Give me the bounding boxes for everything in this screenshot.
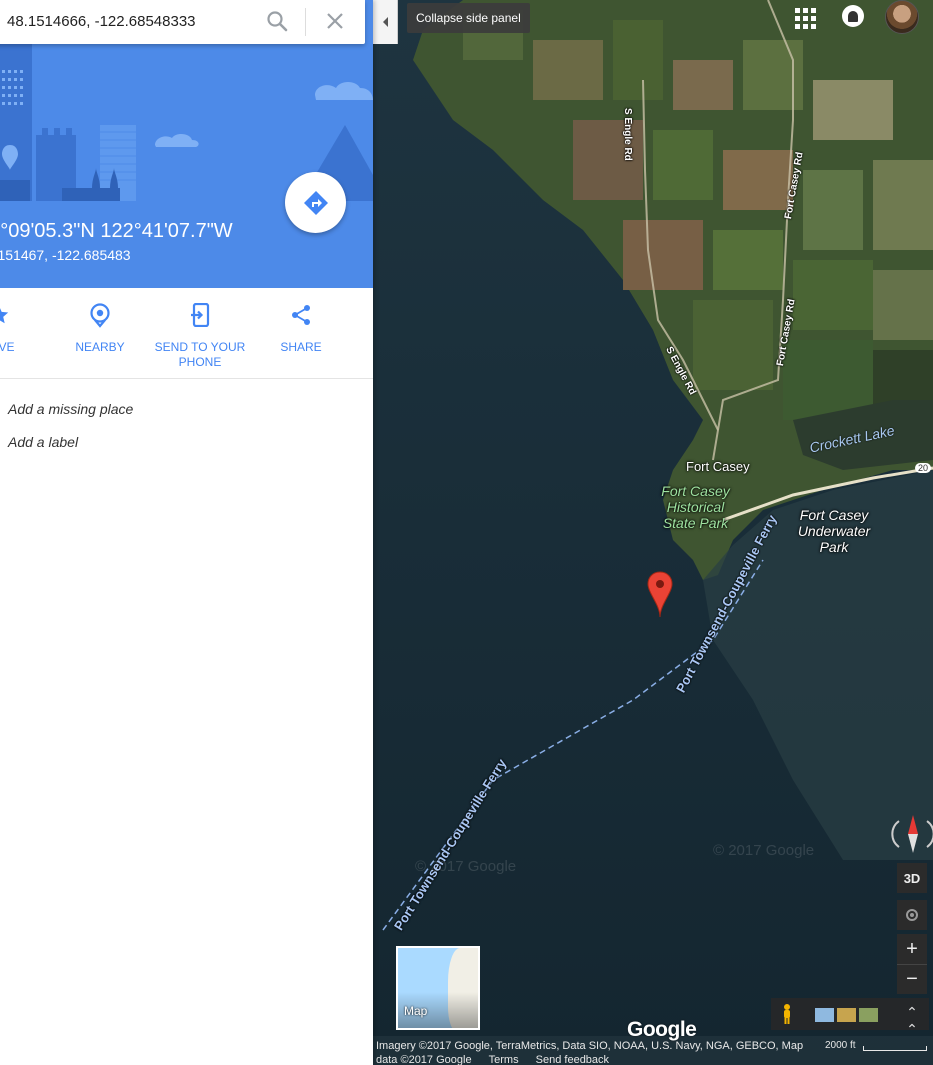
share-label: Share [280, 340, 322, 354]
close-icon[interactable] [322, 8, 348, 34]
coordinates-decimal[interactable]: 48.151467, -122.685483 [0, 247, 131, 263]
bottom-controls-tray: ⌃ ⌃ [771, 998, 929, 1037]
collapse-tooltip: Collapse side panel [407, 3, 530, 33]
map-type-toggle[interactable]: Map [396, 946, 480, 1030]
location-marker-icon[interactable] [647, 571, 673, 619]
directions-icon [303, 190, 328, 215]
send-feedback-link[interactable]: Send feedback [536, 1054, 609, 1065]
compass-icon[interactable] [891, 807, 933, 861]
star-icon [0, 308, 9, 324]
save-label: Save [0, 340, 15, 354]
my-location-button[interactable] [897, 900, 927, 930]
save-button[interactable]: Save [0, 302, 49, 355]
search-divider [305, 8, 306, 36]
send-to-phone-icon [191, 303, 210, 327]
toggle-3d-button[interactable]: 3D [897, 863, 927, 893]
nearby-button[interactable]: Nearby [50, 302, 150, 355]
share-icon [292, 305, 310, 325]
zoom-out-button[interactable]: − [897, 964, 927, 994]
watermark-1: © 2017 Google [415, 858, 517, 875]
share-button[interactable]: Share [251, 302, 351, 355]
side-panel: 48°09'05.3"N 122°41'07.7"W 48.151467, -1… [0, 0, 373, 1065]
park-label-historical[interactable]: Fort Casey Historical State Park [653, 483, 738, 531]
directions-button[interactable] [285, 172, 346, 233]
scale-label[interactable]: 2000 ft [825, 1040, 856, 1051]
account-avatar[interactable] [885, 0, 919, 34]
route-20-shield: 20 [915, 463, 932, 473]
expand-up-icon[interactable]: ⌃ ⌃ [901, 1004, 923, 1037]
search-box [0, 0, 365, 44]
imagery-thumbnails[interactable] [815, 1008, 878, 1022]
attribution-bar: Imagery ©2017 Google, TerraMetrics, Data… [373, 1036, 933, 1065]
add-missing-place-link[interactable]: Add a missing place [8, 401, 133, 417]
notifications-button[interactable] [842, 5, 864, 27]
nearby-pin-icon [90, 303, 110, 328]
map-canvas[interactable]: S Engle Rd S Engle Rd Fort Casey Rd Fort… [373, 0, 933, 1065]
park-label-underwater[interactable]: Fort Casey Underwater Park [789, 507, 879, 555]
watermark-2: © 2017 Google [713, 842, 815, 859]
terms-link[interactable]: Terms [489, 1054, 519, 1065]
action-row: Save Nearby Send to your phone [0, 288, 373, 379]
apps-grid-icon[interactable] [793, 6, 816, 29]
pegman-icon[interactable] [775, 1002, 799, 1026]
send-to-phone-label: Send to your phone [154, 340, 246, 369]
coordinates-dms: 48°09'05.3"N 122°41'07.7"W [0, 220, 233, 242]
collapse-panel-button[interactable] [373, 0, 398, 44]
bell-icon [848, 10, 858, 22]
my-location-icon [906, 909, 918, 921]
scale-bar [863, 1046, 927, 1051]
road-label-s-engle-rd: S Engle Rd [622, 108, 633, 161]
directions-label[interactable]: Directions [278, 450, 354, 466]
caret-left-icon [382, 17, 388, 27]
map-type-label: Map [404, 1004, 428, 1018]
search-input[interactable] [7, 8, 237, 34]
nearby-label: Nearby [75, 340, 125, 354]
search-icon[interactable] [264, 8, 290, 34]
send-to-phone-button[interactable]: Send to your phone [150, 302, 250, 370]
add-label-link[interactable]: Add a label [8, 434, 78, 450]
zoom-in-button[interactable]: + [897, 934, 927, 964]
place-label-fort-casey: Fort Casey [686, 459, 750, 474]
